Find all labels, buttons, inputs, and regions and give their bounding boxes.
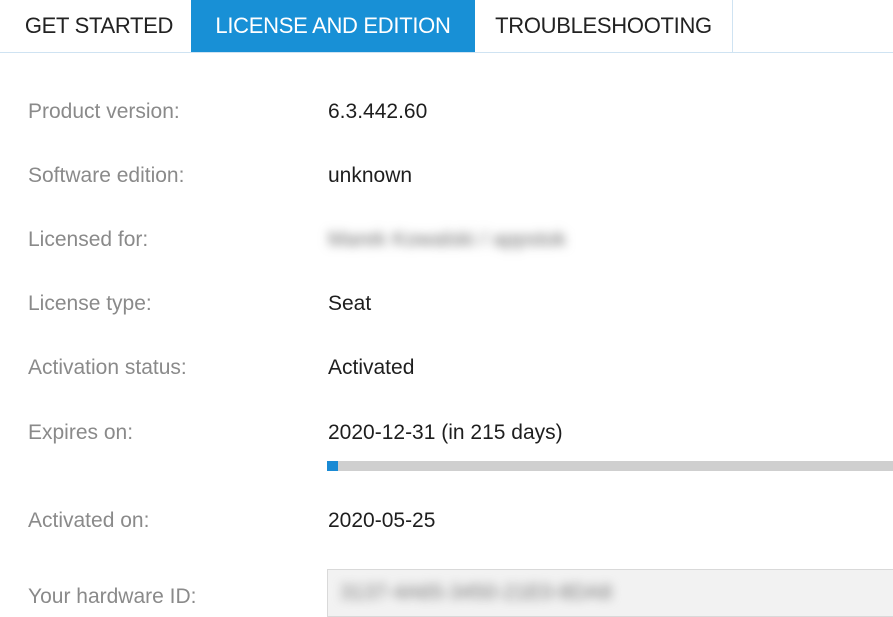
expires-on-value: 2020-12-31 (in 215 days): [328, 421, 563, 444]
hardware-id-label: Your hardware ID:: [28, 585, 197, 608]
activation-status-label: Activation status:: [28, 356, 187, 379]
expires-on-row: Expires on: 2020-12-31 (in 215 days): [0, 413, 893, 453]
licensed-for-value: Marek Kowalski / appstok: [328, 228, 567, 251]
license-expiry-progress-fill: [327, 461, 339, 471]
licensed-for-row: Licensed for: Marek Kowalski / appstok: [0, 220, 893, 260]
hardware-id-field[interactable]: 3137-4A65-3450-21E0-8DA8: [327, 569, 893, 617]
product-version-value: 6.3.442.60: [328, 100, 428, 123]
licensed-for-label: Licensed for:: [28, 228, 149, 251]
tab-license-and-edition[interactable]: LICENSE AND EDITION: [191, 0, 475, 52]
tab-get-started[interactable]: GET STARTED: [8, 0, 190, 52]
activated-on-value: 2020-05-25: [328, 509, 436, 532]
activated-on-row: Activated on: 2020-05-25: [0, 501, 893, 541]
product-version-label: Product version:: [28, 100, 180, 123]
tab-bar: GET STARTED LICENSE AND EDITION TROUBLES…: [0, 0, 893, 53]
product-version-row: Product version: 6.3.442.60: [0, 92, 893, 132]
license-type-row: License type: Seat: [0, 284, 893, 324]
license-type-label: License type:: [28, 292, 152, 315]
hardware-id-value: 3137-4A65-3450-21E0-8DA8: [340, 581, 613, 604]
software-edition-label: Software edition:: [28, 164, 185, 187]
activation-status-value: Activated: [328, 356, 415, 379]
software-edition-value: unknown: [328, 164, 413, 187]
expires-on-label: Expires on:: [28, 421, 134, 444]
software-edition-row: Software edition: unknown: [0, 156, 893, 196]
tab-troubleshooting[interactable]: TROUBLESHOOTING: [475, 0, 733, 52]
license-type-value: Seat: [328, 292, 372, 315]
activation-status-row: Activation status: Activated: [0, 348, 893, 388]
activated-on-label: Activated on:: [28, 509, 150, 532]
license-expiry-progress-bar: [327, 461, 893, 471]
